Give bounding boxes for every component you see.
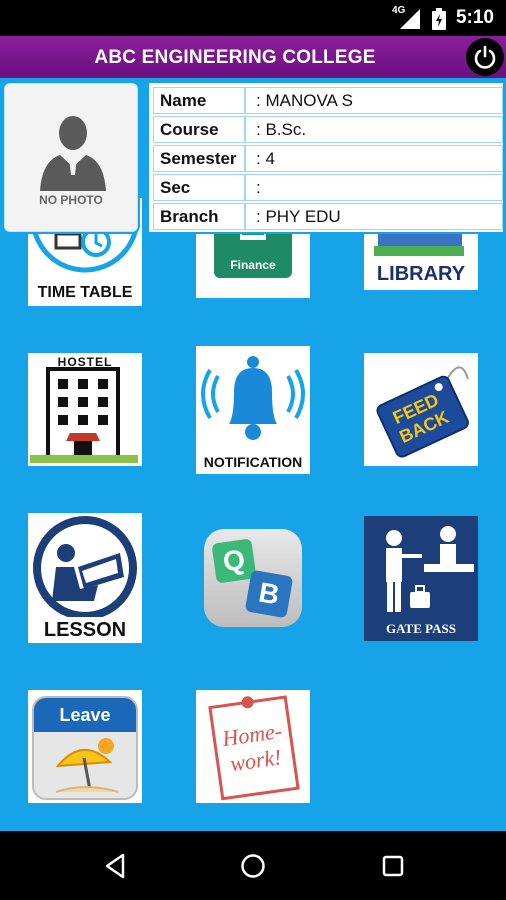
info-key: Name — [154, 88, 246, 113]
back-triangle-icon — [105, 853, 125, 879]
recents-button[interactable] — [376, 849, 410, 883]
person-avatar-icon — [40, 116, 106, 191]
info-row-sec: Sec : — [153, 174, 503, 201]
notification-tile[interactable]: NOTIFICATION — [196, 346, 310, 474]
info-value: : — [256, 178, 261, 197]
timetable-label: TIME TABLE — [37, 284, 133, 301]
lesson-tile[interactable]: LESSON — [28, 513, 142, 643]
info-key: Branch — [154, 204, 246, 229]
security-desk-icon — [386, 526, 474, 612]
recents-square-icon — [382, 855, 404, 877]
lesson-label: LESSON — [43, 619, 127, 641]
info-row-semester: Semester : 4 — [153, 145, 503, 172]
hostel-building-icon — [30, 367, 138, 463]
qb-b-block: B — [244, 569, 294, 619]
app-header: ABC ENGINEERING COLLEGE — [0, 36, 506, 78]
homework-tile[interactable]: Home- work! — [196, 690, 310, 803]
homework-note-icon: Home- work! — [208, 695, 300, 801]
home-button[interactable] — [236, 849, 270, 883]
profile-info-table: Name : MANOVA S Course : B.Sc. Semester … — [147, 81, 505, 234]
power-icon — [474, 45, 496, 69]
feedback-tile[interactable]: FEED BACK — [364, 353, 478, 466]
info-row-branch: Branch : PHY EDU — [153, 203, 503, 230]
hostel-tile[interactable]: HOSTEL — [28, 353, 142, 466]
no-photo-label: NO PHOTO — [39, 193, 103, 207]
leave-tile[interactable]: Leave — [28, 690, 142, 803]
info-row-name: Name : MANOVA S — [153, 87, 503, 114]
info-value: : PHY EDU — [256, 207, 341, 226]
status-bar: 4G 5:10 — [0, 0, 506, 36]
info-value: : MANOVA S — [256, 91, 353, 110]
logout-button[interactable] — [466, 38, 504, 76]
library-label: LIBRARY — [376, 263, 466, 285]
reading-person-icon — [33, 516, 137, 617]
home-circle-icon — [241, 854, 265, 878]
page-title: ABC ENGINEERING COLLEGE — [94, 47, 376, 68]
info-value: : B.Sc. — [256, 120, 307, 139]
leave-calendar-icon: Leave — [32, 696, 138, 800]
status-time: 5:10 — [455, 7, 494, 28]
gatepass-tile[interactable]: GATE PASS — [364, 516, 478, 641]
question-bank-tile[interactable]: Q B — [196, 513, 310, 641]
notification-label: NOTIFICATION — [203, 454, 303, 470]
beach-umbrella-icon — [55, 738, 119, 793]
question-bank-icon: Q B — [204, 529, 302, 627]
signal-icon — [400, 9, 420, 29]
feedback-tag-icon: FEED BACK — [376, 366, 469, 458]
bell-icon — [201, 356, 305, 440]
gatepass-label: GATE PASS — [386, 621, 456, 636]
battery-icon — [432, 8, 446, 30]
profile-photo: NO PHOTO — [2, 81, 140, 234]
leave-label: Leave — [34, 698, 136, 732]
finance-label: Finance — [230, 258, 276, 272]
dashboard: NO PHOTO Name : MANOVA S Course : B.Sc. … — [0, 78, 506, 831]
navigation-bar — [0, 831, 506, 900]
back-button[interactable] — [98, 849, 132, 883]
info-key: Course — [154, 117, 246, 142]
info-value: : 4 — [256, 149, 275, 168]
info-row-course: Course : B.Sc. — [153, 116, 503, 143]
info-key: Sec — [154, 175, 246, 200]
info-key: Semester — [154, 146, 246, 171]
